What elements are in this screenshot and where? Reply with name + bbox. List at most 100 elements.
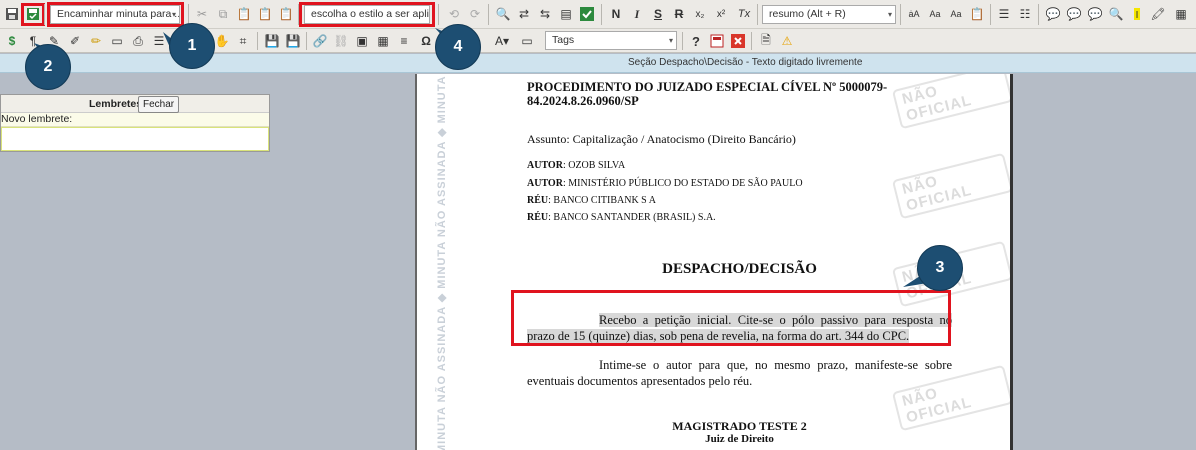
- paragraph-intimation[interactable]: Intime-se o autor para que, no mesmo pra…: [527, 357, 952, 389]
- callout-1: 1: [169, 23, 215, 69]
- paste-text-icon[interactable]: 📋: [256, 5, 274, 23]
- subscript-button[interactable]: x₂: [691, 5, 709, 23]
- highlight-save-sign: [21, 3, 45, 26]
- party-role: AUTOR: [527, 160, 563, 171]
- save-template-icon[interactable]: 💾: [263, 32, 281, 50]
- comment-add-icon[interactable]: 💬: [1065, 5, 1083, 23]
- redo-icon[interactable]: ⟳: [466, 5, 484, 23]
- hand-icon[interactable]: ✋: [213, 32, 231, 50]
- preview-icon[interactable]: 🗎: [757, 32, 775, 50]
- strikethrough-button[interactable]: R: [670, 5, 688, 23]
- font-size-down-icon[interactable]: Aa: [926, 5, 944, 23]
- callout-2: 2: [25, 44, 71, 90]
- window-icon[interactable]: [708, 32, 726, 50]
- tags-select[interactable]: Tags ▾: [545, 31, 677, 50]
- warning-icon[interactable]: ⚠: [778, 32, 796, 50]
- close-icon[interactable]: [729, 32, 747, 50]
- special-char-icon[interactable]: Ω: [417, 32, 435, 50]
- search-icon[interactable]: 🔍: [1107, 5, 1125, 23]
- signer-name: MAGISTRADO TESTE 2: [672, 419, 807, 433]
- summary-select[interactable]: resumo (Alt + R) ▾: [762, 5, 896, 24]
- crop-icon[interactable]: ⌗: [234, 32, 252, 50]
- paragraph-intimation-line-1: Intime-se o autor para que, no mesmo pra…: [599, 358, 952, 372]
- print-icon[interactable]: ⎙: [129, 32, 147, 50]
- select-all-icon[interactable]: ▤: [557, 5, 575, 23]
- procedure-line-1: PROCEDIMENTO DO JUIZADO ESPECIAL CÍVEL N…: [527, 80, 888, 94]
- font-size-up-icon[interactable]: ȧA: [905, 5, 923, 23]
- replace-icon[interactable]: ⇄: [515, 5, 533, 23]
- document-heading: DESPACHO/DECISÃO: [662, 261, 817, 277]
- undo-icon[interactable]: ⟲: [445, 5, 463, 23]
- edit-blue-icon[interactable]: ✐: [66, 32, 84, 50]
- highlight-style-select: [299, 2, 435, 27]
- image-icon[interactable]: ▣: [353, 32, 371, 50]
- list-icon[interactable]: ☰: [150, 32, 168, 50]
- help-button[interactable]: ?: [687, 32, 705, 50]
- marker-icon[interactable]: I: [1128, 5, 1146, 23]
- party-line: RÉU: BANCO SANTANDER (BRASIL) S.A.: [527, 212, 952, 223]
- save-copy-icon[interactable]: 💾: [284, 32, 302, 50]
- cut-icon[interactable]: ✂: [193, 5, 211, 23]
- party-name: : MINISTÉRIO PÚBLICO DO ESTADO DE SÃO PA…: [562, 178, 803, 189]
- comment-icon[interactable]: 💬: [1044, 5, 1062, 23]
- paragraph-intimation-line-2: eventuais documentos apresentados pelo r…: [527, 374, 753, 388]
- spellcheck-icon[interactable]: [578, 5, 596, 23]
- pencil-icon[interactable]: ✏: [87, 32, 105, 50]
- dollar-icon[interactable]: $: [3, 32, 21, 50]
- link-icon[interactable]: 🔗: [311, 32, 329, 50]
- party-line: AUTOR: MINISTÉRIO PÚBLICO DO ESTADO DE S…: [527, 178, 952, 189]
- party-role: RÉU: [527, 195, 549, 206]
- save-icon[interactable]: [3, 5, 21, 23]
- party-name: : BANCO SANTANDER (BRASIL) S.A.: [548, 212, 716, 223]
- party-role: RÉU: [527, 212, 549, 223]
- bold-button[interactable]: N: [607, 5, 625, 23]
- document-icon[interactable]: ▭: [108, 32, 126, 50]
- party-line: AUTOR: OZOB SILVA: [527, 160, 952, 171]
- bg-color-icon[interactable]: ▭: [518, 32, 536, 50]
- comment-list-icon[interactable]: 💬: [1086, 5, 1104, 23]
- bulleted-list-icon[interactable]: ☷: [1016, 5, 1034, 23]
- party-name: : BANCO CITIBANK S A: [548, 195, 656, 206]
- change-case-icon[interactable]: Aa: [947, 5, 965, 23]
- table-view-icon[interactable]: ▦: [1172, 5, 1190, 23]
- signer-title: Juiz de Direito: [705, 433, 774, 445]
- highlight-forward-draft: [47, 2, 184, 27]
- underline-button[interactable]: S: [649, 5, 667, 23]
- new-reminder-input[interactable]: [1, 127, 269, 151]
- numbered-list-icon[interactable]: ☰: [995, 5, 1013, 23]
- copy-icon[interactable]: ⧉: [214, 5, 232, 23]
- eraser-icon[interactable]: 🖍: [1149, 5, 1167, 23]
- draft-watermark: MINUTA NÃO ASSINADA ◆ MINUTA NÃO ASSINAD…: [421, 74, 448, 450]
- party-role: AUTOR: [527, 178, 563, 189]
- horizontal-rule-icon[interactable]: ≡: [395, 32, 413, 50]
- tags-value: Tags: [552, 34, 575, 46]
- paste-word-icon[interactable]: 📋: [277, 5, 295, 23]
- table-icon[interactable]: ▦: [374, 32, 392, 50]
- chevron-down-icon: ▾: [668, 36, 673, 45]
- remove-format-button[interactable]: Tx: [735, 5, 753, 23]
- draft-watermark-text: MINUTA NÃO ASSINADA ◆ MINUTA NÃO ASSINAD…: [436, 74, 448, 450]
- section-info-text: Seção Despacho\Decisão - Texto digitado …: [628, 57, 863, 68]
- highlight-paragraph: [511, 290, 951, 346]
- superscript-button[interactable]: x²: [712, 5, 730, 23]
- find-icon[interactable]: 🔍: [494, 5, 512, 23]
- paste-icon[interactable]: 📋: [235, 5, 253, 23]
- text-color-icon[interactable]: A▾: [493, 32, 511, 50]
- chevron-down-icon: ▾: [887, 10, 892, 19]
- party-name: : OZOB SILVA: [562, 160, 626, 171]
- reminders-title: Lembretes: [89, 98, 143, 110]
- procedure-number: PROCEDIMENTO DO JUIZADO ESPECIAL CÍVEL N…: [527, 80, 952, 108]
- find-replace-icon[interactable]: ⇆: [536, 5, 554, 23]
- unlink-icon[interactable]: ⛓: [332, 32, 350, 50]
- reminders-header: Lembretes Fechar: [1, 95, 269, 113]
- svg-text:I: I: [1136, 10, 1139, 21]
- subject-line: Assunto: Capitalização / Anatocismo (Dir…: [527, 132, 796, 146]
- procedure-line-2: 84.2024.8.26.0960/SP: [527, 94, 639, 108]
- italic-button[interactable]: I: [628, 5, 646, 23]
- paste-special-icon[interactable]: 📋: [968, 5, 986, 23]
- reminders-panel: Lembretes Fechar Novo lembrete:: [0, 94, 270, 152]
- callout-3: 3: [917, 245, 963, 291]
- new-reminder-label: Novo lembrete:: [1, 113, 269, 127]
- party-line: RÉU: BANCO CITIBANK S A: [527, 195, 952, 206]
- close-reminders-button[interactable]: Fechar: [138, 96, 180, 113]
